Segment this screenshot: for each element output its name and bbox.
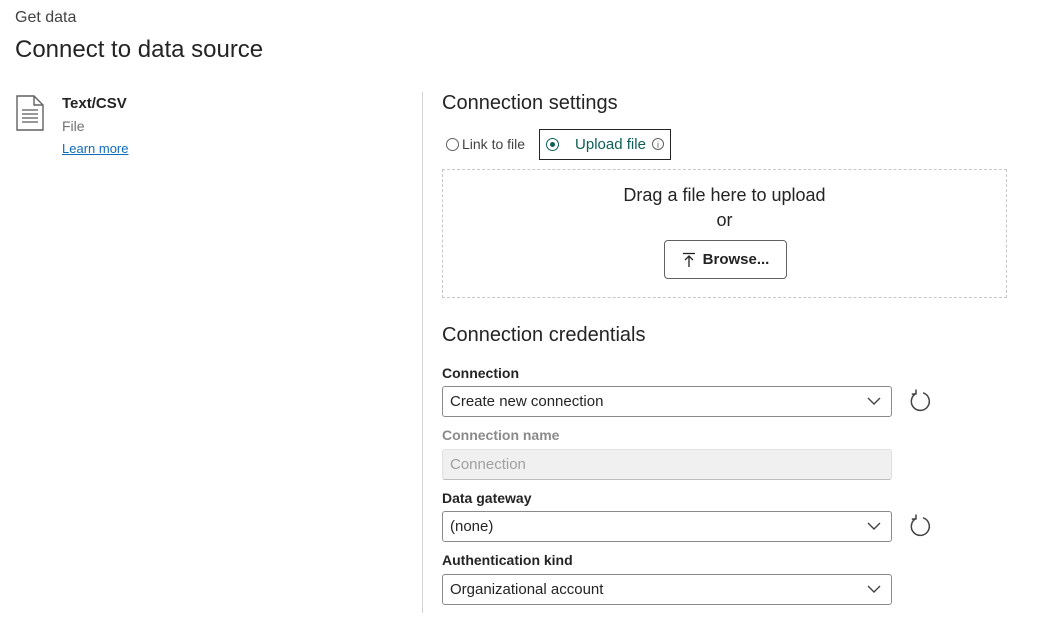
data-gateway-value: (none) bbox=[450, 518, 494, 535]
refresh-gateway-icon[interactable] bbox=[907, 513, 933, 539]
learn-more-link[interactable]: Learn more bbox=[62, 141, 128, 156]
connection-name-input: Connection bbox=[442, 449, 892, 480]
upload-icon bbox=[682, 252, 695, 267]
data-gateway-label: Data gateway bbox=[442, 490, 532, 506]
chevron-down-icon bbox=[867, 397, 881, 405]
file-dropzone[interactable]: Drag a file here to upload or Browse... bbox=[442, 169, 1007, 298]
panel-divider bbox=[422, 92, 423, 613]
link-to-file-radio[interactable]: Link to file bbox=[446, 136, 525, 152]
link-to-file-label: Link to file bbox=[462, 136, 526, 152]
chevron-down-icon bbox=[867, 522, 881, 530]
connection-name-label: Connection name bbox=[442, 427, 560, 443]
connection-credentials-heading: Connection credentials bbox=[442, 324, 646, 346]
refresh-connection-icon[interactable] bbox=[907, 388, 933, 414]
page-title: Connect to data source bbox=[15, 36, 264, 63]
file-source-radio-group: Link to file Upload file i bbox=[446, 128, 671, 160]
connection-label: Connection bbox=[442, 365, 519, 381]
connection-settings-heading: Connection settings bbox=[442, 92, 618, 114]
connection-dropdown[interactable]: Create new connection bbox=[442, 386, 892, 417]
upload-file-radio[interactable]: Upload file i bbox=[539, 128, 671, 160]
authentication-kind-value: Organizational account bbox=[450, 581, 604, 598]
browse-button[interactable]: Browse... bbox=[664, 240, 787, 279]
data-gateway-dropdown[interactable]: (none) bbox=[442, 511, 892, 542]
radio-unselected-icon bbox=[446, 137, 459, 151]
breadcrumb: Get data bbox=[15, 9, 77, 26]
source-name: Text/CSV bbox=[62, 95, 127, 112]
info-icon[interactable]: i bbox=[651, 138, 664, 150]
authentication-kind-label: Authentication kind bbox=[442, 552, 573, 568]
dropzone-or: or bbox=[716, 210, 733, 230]
connection-value: Create new connection bbox=[450, 393, 604, 410]
connection-name-placeholder: Connection bbox=[450, 456, 526, 473]
radio-selected-icon bbox=[546, 137, 560, 151]
dropzone-instruction: Drag a file here to upload bbox=[623, 185, 826, 205]
document-icon bbox=[15, 95, 45, 131]
authentication-kind-dropdown[interactable]: Organizational account bbox=[442, 574, 892, 605]
browse-label: Browse... bbox=[702, 251, 770, 268]
chevron-down-icon bbox=[867, 585, 881, 593]
upload-file-label: Upload file bbox=[575, 135, 646, 153]
source-type: File bbox=[62, 118, 85, 134]
